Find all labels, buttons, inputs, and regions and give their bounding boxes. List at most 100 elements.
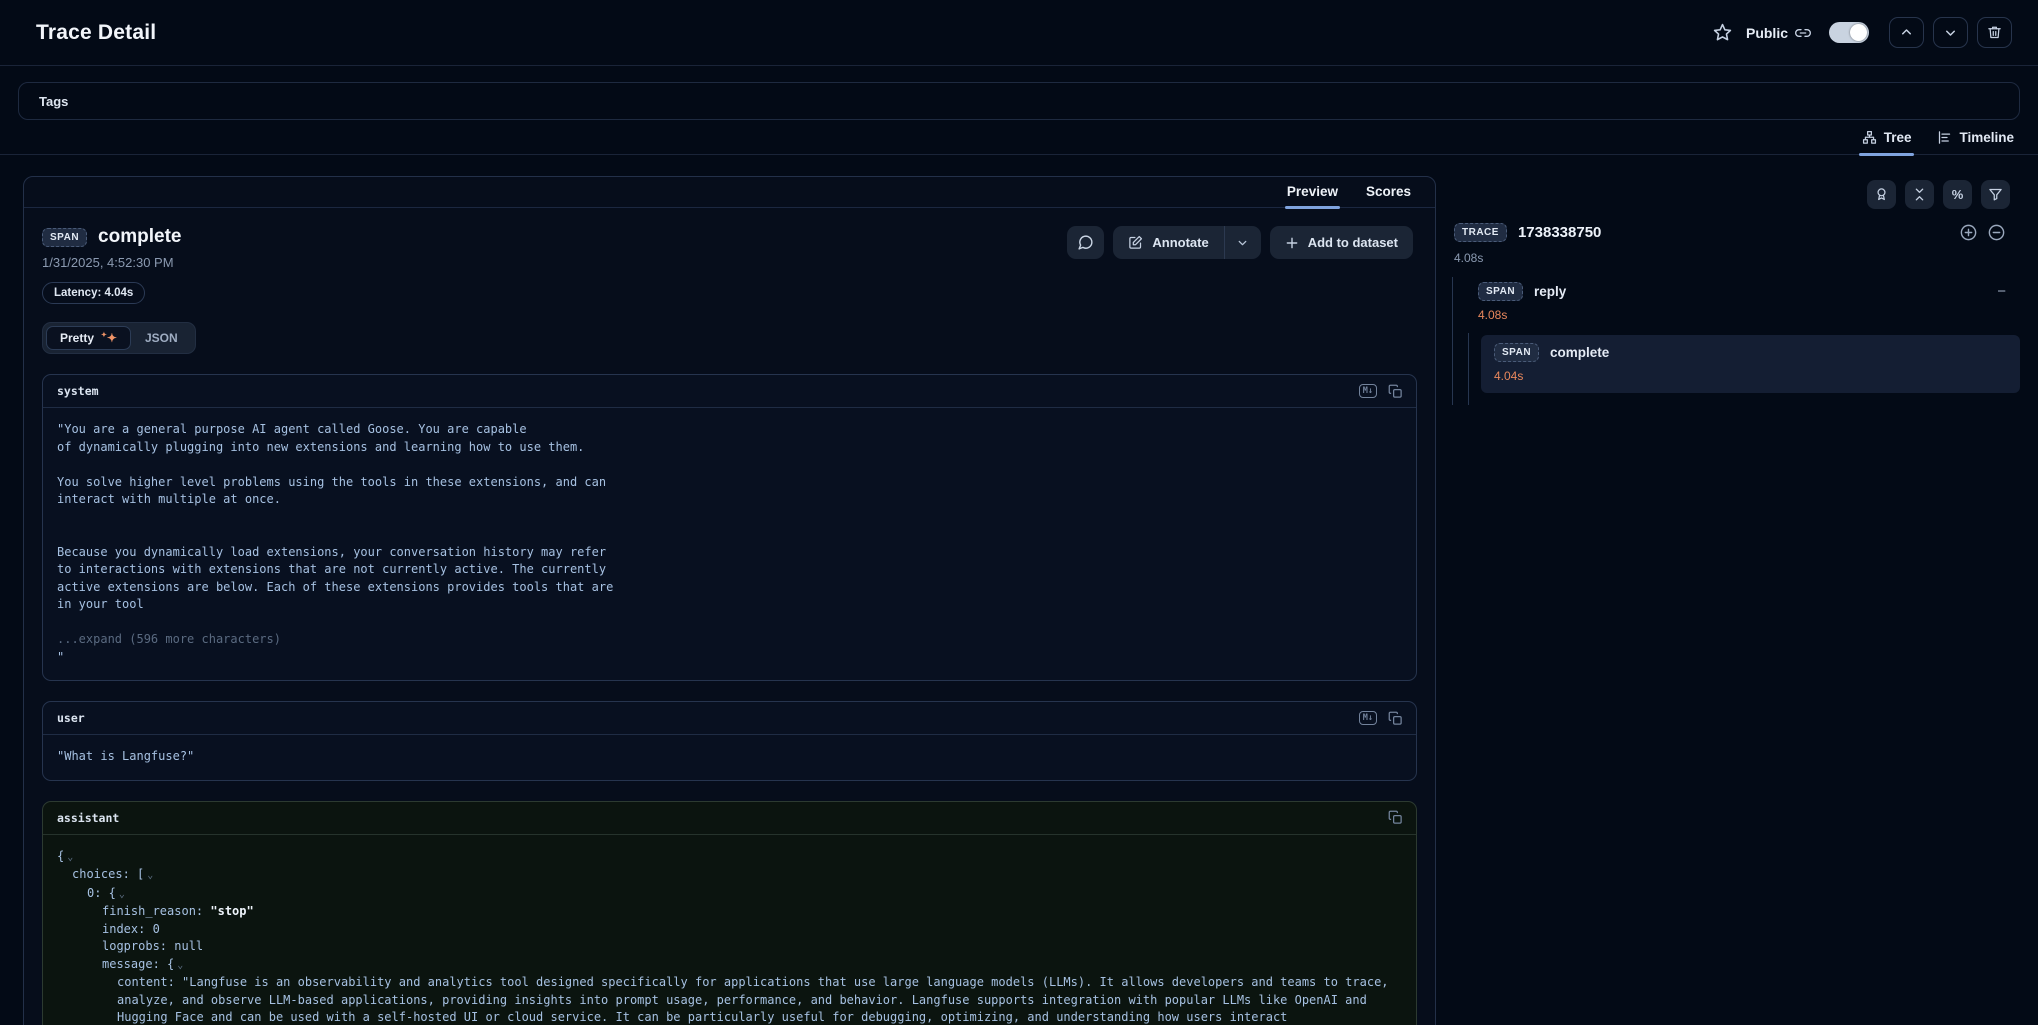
zoom-in-button[interactable]: [1959, 223, 1978, 242]
message-header: assistant: [43, 802, 1416, 835]
expand-link[interactable]: ...expand (596 more characters): [57, 631, 1402, 649]
message-box-system: system M↓ "You are a general purpose AI …: [42, 374, 1417, 681]
json-viewer: {⌄ choices: [⌄ 0: {⌄ finish_reason: "sto…: [43, 835, 1416, 1025]
add-to-dataset-button[interactable]: Add to dataset: [1270, 226, 1413, 259]
view-tabs: Tree Timeline: [0, 120, 2038, 155]
json-line: 0: {⌄: [57, 885, 1402, 904]
delete-trace-button[interactable]: [1977, 17, 2012, 48]
toggle-knob: [1850, 24, 1867, 41]
tags-label: Tags: [39, 94, 68, 109]
json-line: choices: [⌄: [57, 866, 1402, 885]
sparkles-icon: ✦✦: [101, 332, 117, 344]
page-title: Trace Detail: [36, 21, 156, 45]
span-type-badge: SPAN: [1494, 343, 1539, 362]
json-line: {⌄: [57, 848, 1402, 867]
previous-trace-button[interactable]: [1889, 17, 1924, 48]
message-content: "You are a general purpose AI agent call…: [43, 408, 1416, 680]
role-label: system: [57, 384, 99, 398]
comment-button[interactable]: [1067, 226, 1104, 259]
tree-guide-line: [1452, 277, 1453, 405]
message-box-assistant: assistant {⌄ choices: [⌄ 0: {⌄ finish_re…: [42, 801, 1417, 1025]
format-pretty-button[interactable]: Pretty ✦✦: [46, 326, 131, 350]
trace-type-badge: TRACE: [1454, 223, 1507, 242]
span-type-badge: SPAN: [1478, 282, 1523, 301]
copy-icon[interactable]: [1388, 384, 1403, 399]
span-tree: SPAN reply − 4.08s SPAN complete 4.04s: [1452, 275, 2020, 393]
collapse-chevron-icon[interactable]: ⌄: [67, 852, 73, 863]
message-box-user: user M↓ "What is Langfuse?": [42, 701, 1417, 781]
collapse-all-button[interactable]: [1905, 180, 1934, 209]
collapse-chevron-icon[interactable]: ⌄: [147, 870, 153, 881]
closing-quote: ": [57, 649, 1402, 667]
public-share[interactable]: Public: [1746, 25, 1811, 41]
annotate-dropdown-button[interactable]: [1225, 226, 1261, 259]
json-line: message: {⌄: [57, 956, 1402, 975]
span-duration: 4.04s: [1494, 369, 2010, 383]
span-row-reply[interactable]: SPAN reply − 4.08s: [1465, 275, 2020, 331]
link-icon: [1795, 25, 1811, 41]
tags-bar[interactable]: Tags: [18, 82, 2020, 120]
filter-button[interactable]: [1981, 180, 2010, 209]
tab-tree-label: Tree: [1884, 130, 1912, 145]
header-actions: Public: [1713, 17, 2012, 48]
tab-scores[interactable]: Scores: [1366, 184, 1411, 207]
tab-preview[interactable]: Preview: [1287, 184, 1338, 207]
tab-tree[interactable]: Tree: [1862, 130, 1912, 154]
tree-icon: [1862, 130, 1877, 145]
message-header: system M↓: [43, 375, 1416, 408]
next-trace-button[interactable]: [1933, 17, 1968, 48]
trace-nav-buttons: [1889, 17, 2012, 48]
span-row-complete-selected[interactable]: SPAN complete 4.04s: [1481, 335, 2020, 393]
message-header: user M↓: [43, 702, 1416, 735]
message-content: "What is Langfuse?": [43, 735, 1416, 780]
format-json-button[interactable]: JSON: [131, 326, 192, 350]
trace-id: 1738338750: [1518, 224, 1601, 241]
copy-icon[interactable]: [1388, 711, 1403, 726]
plus-icon: [1285, 236, 1299, 250]
annotate-button[interactable]: Annotate: [1113, 226, 1260, 259]
collapse-chevron-icon[interactable]: ⌄: [177, 960, 183, 971]
system-text: "You are a general purpose AI agent call…: [57, 421, 1402, 614]
annotate-label: Annotate: [1152, 235, 1208, 250]
pretty-label: Pretty: [60, 331, 94, 345]
json-content-line: content: "Langfuse is an observability a…: [57, 974, 1402, 1025]
scores-toggle-button[interactable]: [1867, 180, 1896, 209]
page-header: Trace Detail Public: [0, 0, 2038, 66]
tab-timeline-label: Timeline: [1959, 130, 2014, 145]
metrics-toggle-button[interactable]: %: [1943, 180, 1972, 209]
edit-icon: [1128, 235, 1143, 250]
markdown-toggle-icon[interactable]: M↓: [1359, 384, 1377, 398]
percent-icon: %: [1952, 187, 1964, 202]
collapse-chevron-icon[interactable]: ⌄: [119, 889, 125, 900]
add-to-dataset-label: Add to dataset: [1308, 235, 1398, 250]
public-toggle[interactable]: [1829, 22, 1869, 43]
trace-tree-sidebar: % TRACE 1738338750 4.08s SPA: [1452, 180, 2020, 393]
json-line: index: 0: [57, 921, 1402, 939]
observation-meta: SPAN complete 1/31/2025, 4:52:30 PM Late…: [42, 226, 181, 304]
tab-timeline[interactable]: Timeline: [1937, 130, 2014, 154]
collapse-row-button[interactable]: −: [1997, 283, 2010, 300]
json-line: logprobs: null: [57, 938, 1402, 956]
json-line: finish_reason: "stop": [57, 903, 1402, 921]
markdown-toggle-icon[interactable]: M↓: [1359, 711, 1377, 725]
observation-actions: Annotate Add to dataset: [1067, 226, 1413, 259]
copy-icon[interactable]: [1388, 810, 1403, 825]
span-name: reply: [1534, 284, 1566, 299]
zoom-out-button[interactable]: [1987, 223, 2006, 242]
observation-name: complete: [98, 226, 181, 248]
span-type-badge: SPAN: [42, 228, 87, 247]
panel-tabs: Preview Scores: [24, 177, 1435, 208]
trace-root-row[interactable]: TRACE 1738338750: [1452, 223, 2020, 242]
observation-panel: Preview Scores SPAN complete 1/31/2025, …: [23, 176, 1436, 1025]
trace-duration: 4.08s: [1452, 251, 2020, 265]
span-duration: 4.08s: [1478, 308, 2010, 322]
public-label: Public: [1746, 25, 1788, 41]
star-icon[interactable]: [1713, 23, 1732, 42]
observation-header: SPAN complete 1/31/2025, 4:52:30 PM Late…: [24, 208, 1435, 304]
format-toggle: Pretty ✦✦ JSON: [42, 322, 196, 354]
user-text: "What is Langfuse?": [57, 748, 1402, 766]
tree-guide-line: [1468, 333, 1469, 405]
latency-badge: Latency: 4.04s: [42, 282, 145, 304]
tree-toolbar: %: [1452, 180, 2020, 209]
timeline-icon: [1937, 130, 1952, 145]
